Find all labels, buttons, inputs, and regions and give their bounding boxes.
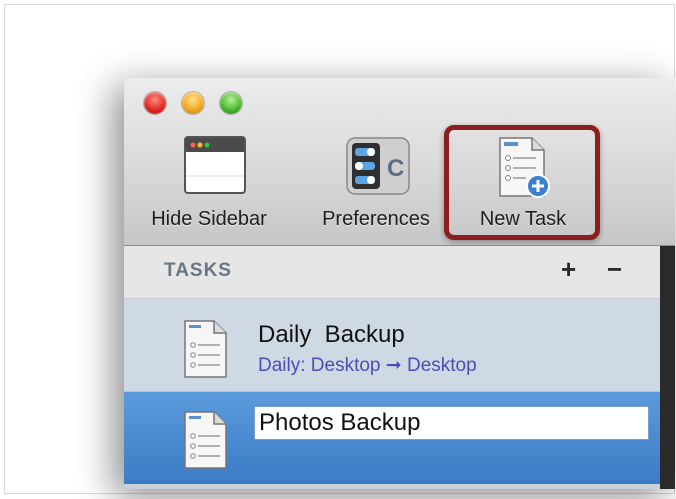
sidebar-divider[interactable] <box>660 246 675 489</box>
task-schedule: Daily: Desktop ➞ Desktop <box>258 355 477 376</box>
hide-sidebar-button[interactable]: Hide Sidebar <box>144 136 274 232</box>
document-list-icon <box>184 320 227 378</box>
task-name: Daily Backup <box>258 321 405 348</box>
tasks-header: TASKS + − <box>124 246 660 299</box>
minimize-window-button[interactable] <box>182 92 204 114</box>
hide-sidebar-label: Hide Sidebar <box>151 208 267 230</box>
app-window: Hide Sidebar C Preferences New Task TASK… <box>124 78 675 489</box>
zoom-window-button[interactable] <box>220 92 242 114</box>
add-task-button[interactable]: + <box>561 254 576 285</box>
document-list-icon <box>184 411 227 469</box>
close-window-button[interactable] <box>144 92 166 114</box>
remove-task-button[interactable]: − <box>607 254 622 285</box>
toolbar: Hide Sidebar C Preferences New Task <box>124 78 675 246</box>
preferences-icon: C <box>346 137 410 195</box>
preferences-button[interactable]: C Preferences <box>310 136 442 232</box>
tasks-header-title: TASKS <box>164 260 232 281</box>
task-row-daily-backup[interactable]: Daily Backup Daily: Desktop ➞ Desktop <box>124 299 660 392</box>
preferences-label: Preferences <box>322 208 430 230</box>
sidebar: TASKS + − Daily Backup Daily: Desktop ➞ … <box>124 246 660 489</box>
task-name-input[interactable] <box>254 406 649 440</box>
task-row-photos-backup[interactable] <box>124 392 660 484</box>
sidebar-bottom-edge <box>124 484 660 489</box>
svg-text:C: C <box>387 155 404 182</box>
highlight-annotation <box>444 125 600 240</box>
window-icon <box>184 136 246 194</box>
